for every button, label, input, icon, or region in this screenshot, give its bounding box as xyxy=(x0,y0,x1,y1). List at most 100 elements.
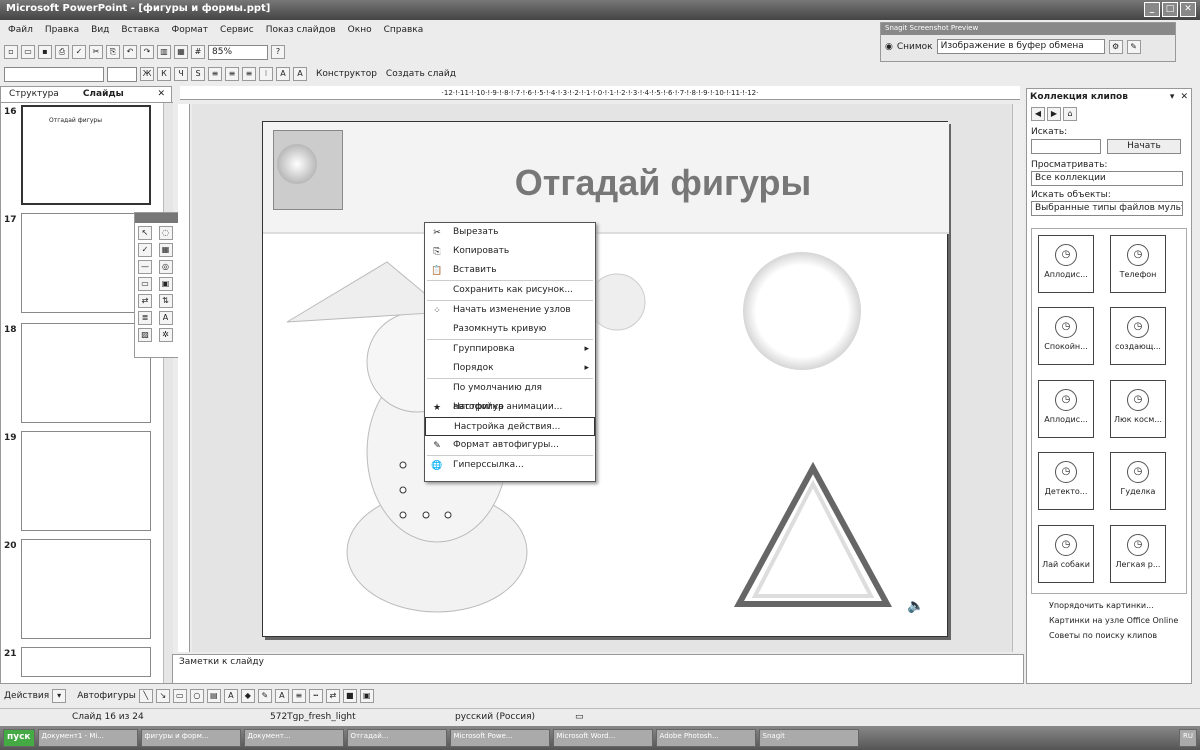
clip-panel-link[interactable]: Упорядочить картинки... xyxy=(1031,598,1187,613)
output-select[interactable]: Изображение в буфер обмена xyxy=(936,39,1105,54)
line-color-icon[interactable]: ✎ xyxy=(257,689,272,703)
cut-icon[interactable]: ✂ xyxy=(89,45,103,59)
redo-icon[interactable]: ↷ xyxy=(140,45,154,59)
arrow-style-icon[interactable]: ⇄ xyxy=(325,689,340,703)
frame-icon[interactable]: ▣ xyxy=(158,277,173,291)
back-icon[interactable]: ◀ xyxy=(1031,107,1045,121)
magic-icon[interactable]: ✲ xyxy=(158,328,173,342)
textbox-icon[interactable]: ▤ xyxy=(206,689,221,703)
save-icon[interactable]: ▪ xyxy=(38,45,52,59)
search-button[interactable]: Начать xyxy=(1107,139,1181,154)
search-input[interactable] xyxy=(1031,139,1101,154)
align-center-icon[interactable]: ≡ xyxy=(225,67,239,81)
menu-item[interactable]: Вставка xyxy=(121,25,159,37)
grid-icon[interactable]: ▦ xyxy=(158,243,173,257)
context-menu-item[interactable]: По умолчанию для автофигур xyxy=(425,379,595,412)
box-icon[interactable]: ▭ xyxy=(138,277,152,291)
context-menu-item[interactable]: 📋 Вставить xyxy=(425,261,595,280)
maximize-button[interactable]: □ xyxy=(1162,2,1178,17)
fill-color-icon[interactable]: ◆ xyxy=(240,689,255,703)
clip-item[interactable]: ◷ Аплодис... xyxy=(1038,235,1094,293)
context-menu-item[interactable]: ⁘ Начать изменение узлов xyxy=(425,301,595,320)
snap-button[interactable]: Снимок xyxy=(897,42,933,52)
pointer-icon[interactable]: ↖ xyxy=(138,226,152,240)
gear-icon[interactable]: ⚙ xyxy=(1108,39,1123,54)
open-icon[interactable]: ▭ xyxy=(21,45,35,59)
line-icon[interactable]: — xyxy=(138,260,152,274)
arrow-icon[interactable]: ↘ xyxy=(155,689,170,703)
home-icon[interactable]: ⌂ xyxy=(1063,107,1077,121)
objects-select[interactable]: Выбранные типы файлов мульти xyxy=(1031,201,1183,216)
image-icon[interactable]: ▨ xyxy=(138,328,152,342)
clip-item[interactable]: ◷ Аплодис... xyxy=(1038,379,1094,438)
lasso-icon[interactable]: ◌ xyxy=(158,226,173,240)
taskbar-item[interactable]: Snagit xyxy=(758,729,859,747)
dash-style-icon[interactable]: ┅ xyxy=(308,689,323,703)
menu-item[interactable]: Файл xyxy=(8,25,33,37)
shadow-icon[interactable]: ■ xyxy=(342,689,357,703)
tab-slides[interactable]: Слайды xyxy=(65,89,124,100)
slide-thumbnail[interactable]: Отгадай фигуры xyxy=(21,105,151,205)
chevron-down-icon[interactable]: ▾ xyxy=(1170,92,1175,102)
floating-toolbar-title[interactable] xyxy=(135,213,179,223)
clip-item[interactable]: ◷ создающ... xyxy=(1110,307,1166,366)
slide-thumbnail[interactable] xyxy=(21,647,151,677)
new-slide-button[interactable]: Создать слайд xyxy=(386,69,456,79)
pin-icon[interactable]: ✎ xyxy=(1126,39,1141,54)
taskbar-item[interactable]: Документ... xyxy=(243,729,344,747)
taskbar-item[interactable]: Документ1 - Mi... xyxy=(37,729,138,747)
slide-thumbnail[interactable] xyxy=(21,323,151,423)
clip-panel-link[interactable]: Картинки на узле Office Online xyxy=(1031,613,1187,628)
text-icon[interactable]: A xyxy=(158,311,173,325)
clip-item[interactable]: ◷ Люк косм... xyxy=(1110,379,1166,438)
line-icon[interactable]: ╲ xyxy=(138,689,153,703)
menu-item[interactable]: Показ слайдов xyxy=(266,25,336,37)
bold-icon[interactable]: Ж xyxy=(140,67,154,81)
clip-item[interactable]: ◷ Гуделка xyxy=(1110,452,1166,511)
slide-thumbnail[interactable] xyxy=(21,213,151,313)
oval-icon[interactable]: ○ xyxy=(189,689,204,703)
clip-item[interactable]: ◷ Спокойн... xyxy=(1038,307,1094,366)
autoshapes-menu[interactable]: Автофигуры xyxy=(77,691,136,701)
context-menu-item[interactable]: 🌐 Гиперссылка... xyxy=(425,456,595,475)
print-icon[interactable]: ⎙ xyxy=(55,45,69,59)
slide-canvas[interactable]: Отгадай фигуры 🔈 xyxy=(262,121,949,637)
context-menu-item[interactable]: Группировка ▸ xyxy=(425,340,595,359)
context-menu-item[interactable]: Сохранить как рисунок... xyxy=(425,281,595,300)
clip-item[interactable]: ◷ Лай собаки xyxy=(1038,524,1094,583)
swap-icon[interactable]: ⇄ xyxy=(138,294,152,308)
bullets-icon[interactable]: ⁝ xyxy=(259,67,273,81)
close-icon[interactable]: ✕ xyxy=(1180,92,1188,102)
tab-structure[interactable]: Структура xyxy=(9,89,59,100)
grid-icon[interactable]: # xyxy=(191,45,205,59)
undo-icon[interactable]: ↶ xyxy=(123,45,137,59)
wordart-icon[interactable]: A xyxy=(223,689,238,703)
context-menu-item[interactable]: ✎ Формат автофигуры... xyxy=(425,436,595,455)
clip-item[interactable]: ◷ Легкая р... xyxy=(1110,524,1166,583)
check-icon[interactable]: ✓ xyxy=(138,243,152,257)
taskbar-item[interactable]: Microsoft Powe... xyxy=(449,729,550,747)
forward-icon[interactable]: ▶ xyxy=(1047,107,1061,121)
context-menu-item[interactable]: Порядок ▸ xyxy=(425,359,595,378)
tray-language[interactable]: RU xyxy=(1179,729,1197,747)
context-menu-item[interactable]: ⎘ Копировать xyxy=(425,242,595,261)
zoom-select[interactable]: 85% xyxy=(208,44,268,60)
actions-menu[interactable]: Действия xyxy=(4,691,49,701)
align-right-icon[interactable]: ≡ xyxy=(242,67,256,81)
minimize-button[interactable]: _ xyxy=(1144,2,1160,17)
clip-panel-link[interactable]: Советы по поиску клипов xyxy=(1031,628,1187,643)
font-color-icon[interactable]: A xyxy=(274,689,289,703)
copy-icon[interactable]: ⎘ xyxy=(106,45,120,59)
context-menu-item[interactable]: Настройка действия... xyxy=(425,417,595,436)
underline-icon[interactable]: Ч xyxy=(174,67,188,81)
taskbar-item[interactable]: Отгадай... xyxy=(346,729,447,747)
table-icon[interactable]: ▦ xyxy=(174,45,188,59)
italic-icon[interactable]: К xyxy=(157,67,171,81)
menu-item[interactable]: Справка xyxy=(384,25,424,37)
shadow-icon[interactable]: S xyxy=(191,67,205,81)
context-menu-item[interactable]: Разомкнуть кривую xyxy=(425,320,595,339)
workspace-scrollbar[interactable] xyxy=(1012,104,1024,652)
chevron-down-icon[interactable]: ▾ xyxy=(52,689,67,703)
3d-icon[interactable]: ▣ xyxy=(359,689,374,703)
chart-icon[interactable]: ▥ xyxy=(157,45,171,59)
